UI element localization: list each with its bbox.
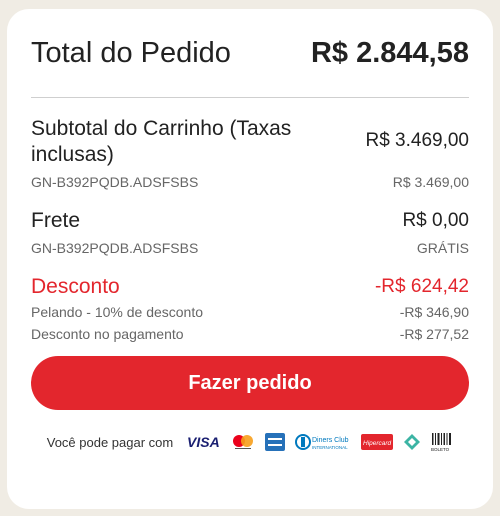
amex-icon (265, 433, 286, 451)
discount-item-value: -R$ 346,90 (399, 304, 469, 320)
subtotal-label: Subtotal do Carrinho (Taxas inclusas) (31, 117, 292, 166)
shipping-label: Frete (31, 209, 81, 232)
discount-item-value: -R$ 277,52 (399, 326, 469, 342)
svg-text:BOLETO: BOLETO (431, 447, 450, 452)
shipping-sku-value: GRÁTIS (416, 240, 469, 256)
order-total-value: R$ 2.844,58 (310, 36, 469, 69)
boleto-icon: BOLETO (431, 432, 453, 452)
discount-item-label: Desconto no pagamento (31, 326, 184, 342)
visa-icon: VISA (187, 434, 221, 450)
svg-text:Diners Club: Diners Club (312, 437, 349, 444)
mastercard-icon (231, 434, 255, 450)
subtotal-sku: GN-B392PQDB.ADSFSBS (31, 174, 199, 190)
discount-label: Desconto (31, 275, 120, 298)
subtotal-sku-value: R$ 3.469,00 (392, 174, 469, 190)
discount-section: Desconto -R$ 624,42 Pelando - 10% de des… (31, 274, 469, 342)
shipping-sku: GN-B392PQDB.ADSFSBS (31, 240, 199, 256)
discount-item: Pelando - 10% de desconto -R$ 346,90 (31, 304, 469, 320)
discount-value: -R$ 624,42 (374, 276, 469, 297)
hipercard-icon: Hipercard (361, 434, 394, 450)
discount-item-label: Pelando - 10% de desconto (31, 304, 204, 320)
subtotal-value: R$ 3.469,00 (365, 130, 469, 151)
diners-club-icon: Diners Club INTERNATIONAL (295, 433, 351, 451)
shipping-section: Frete R$ 0,00 GN-B392PQDB.ADSFSBS GRÁTIS (31, 208, 469, 256)
elo-icon (403, 433, 421, 451)
discount-item: Desconto no pagamento -R$ 277,52 (31, 326, 469, 342)
order-summary-card: Total do Pedido R$ 2.844,58 Subtotal do … (7, 9, 493, 509)
svg-text:Hipercard: Hipercard (363, 440, 392, 447)
place-order-button[interactable]: Fazer pedido (31, 356, 469, 410)
svg-text:VISA: VISA (187, 434, 220, 450)
payment-methods-label: Você pode pagar com (46, 434, 174, 450)
order-total-row: Total do Pedido R$ 2.844,58 (31, 9, 469, 98)
subtotal-section: Subtotal do Carrinho (Taxas inclusas) R$… (31, 116, 469, 190)
svg-text:INTERNATIONAL: INTERNATIONAL (312, 445, 348, 450)
order-total-label: Total do Pedido (31, 36, 231, 69)
shipping-value: R$ 0,00 (402, 210, 469, 231)
payment-methods: Você pode pagar com VISA Diners Club INT… (31, 432, 469, 452)
